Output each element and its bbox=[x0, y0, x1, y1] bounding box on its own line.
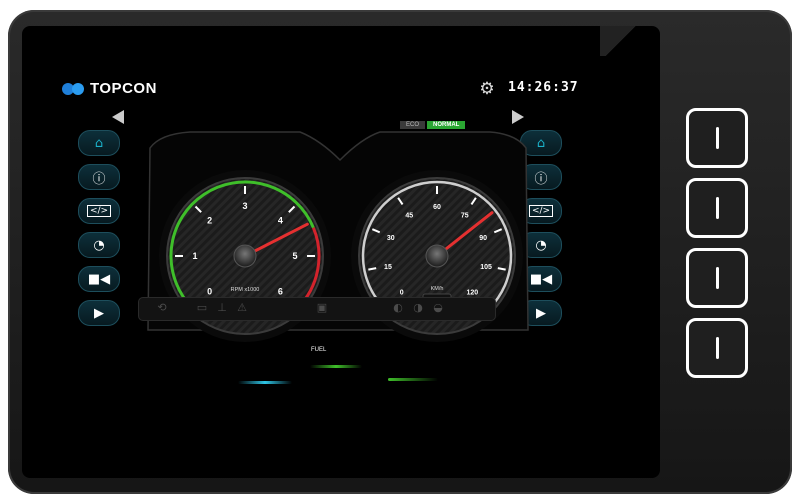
left-level-bar bbox=[238, 381, 292, 384]
play-button-right[interactable]: ▶ bbox=[520, 300, 562, 326]
fuel-label: FUEL bbox=[311, 347, 327, 353]
code-icon: </> bbox=[528, 205, 554, 217]
gear-indicator: 4 bbox=[312, 144, 324, 166]
right-sidebar: ⌂ ⓘ </> ◔ ■◀ ▶ bbox=[518, 130, 564, 334]
code-button-right[interactable]: </> bbox=[520, 198, 562, 224]
hardware-button-2[interactable] bbox=[686, 178, 748, 238]
gauge-icon: ◔ bbox=[93, 237, 105, 253]
camera-button-left[interactable]: ■◀ bbox=[78, 266, 120, 292]
settings-gear-icon[interactable]: ⚙ bbox=[478, 80, 496, 98]
topcon-logo-icon bbox=[62, 82, 86, 96]
gauge-icon: ◔ bbox=[535, 237, 547, 253]
play-icon: ▶ bbox=[94, 305, 104, 321]
check-icon: ▣ bbox=[316, 301, 328, 314]
mode-eco[interactable]: ECO bbox=[400, 121, 426, 129]
battery-icon: ▭ bbox=[196, 301, 208, 314]
info-button-left[interactable]: ⓘ bbox=[78, 164, 120, 190]
home-button-left[interactable]: ⌂ bbox=[78, 130, 120, 156]
drive-mode-selector[interactable]: ECO NORMAL bbox=[400, 121, 466, 129]
mode-normal[interactable]: NORMAL bbox=[427, 121, 466, 129]
coolant-temp-icon: ⊥ bbox=[217, 301, 227, 314]
warning-indicator-bar: ⟲ ▭ ⊥ ⚠ ▣ ◐ ◑ ◒ bbox=[138, 297, 496, 321]
fuel-level-bar bbox=[310, 365, 362, 368]
info-icon: ⓘ bbox=[92, 171, 106, 187]
clock-time: 14:26:37 bbox=[508, 80, 579, 95]
hardware-button-1[interactable] bbox=[686, 108, 748, 168]
code-icon: </> bbox=[86, 205, 112, 217]
low-beam-icon: ◐ bbox=[393, 301, 403, 314]
right-level-bar bbox=[388, 378, 438, 381]
hardware-button-column bbox=[686, 108, 752, 388]
home-button-right[interactable]: ⌂ bbox=[520, 130, 562, 156]
camera-icon: ■◀ bbox=[529, 271, 553, 287]
previous-page-triangle-left-icon[interactable] bbox=[112, 110, 124, 124]
play-button-left[interactable]: ▶ bbox=[78, 300, 120, 326]
home-icon: ⌂ bbox=[94, 135, 104, 151]
code-button-left[interactable]: </> bbox=[78, 198, 120, 224]
engine-icon: ⟲ bbox=[157, 301, 167, 314]
camera-button-right[interactable]: ■◀ bbox=[520, 266, 562, 292]
left-sidebar: ⌂ ⓘ </> ◔ ■◀ ▶ bbox=[76, 130, 122, 334]
play-icon: ▶ bbox=[536, 305, 546, 321]
gauge-button-right[interactable]: ◔ bbox=[520, 232, 562, 258]
high-beam-icon: ◑ bbox=[413, 301, 423, 314]
topcon-logo: TOPCON bbox=[62, 80, 157, 97]
fog-light-icon: ◒ bbox=[433, 301, 443, 314]
info-icon: ⓘ bbox=[534, 171, 548, 187]
gauge-button-left[interactable]: ◔ bbox=[78, 232, 120, 258]
brand-name: TOPCON bbox=[90, 80, 157, 97]
warning-triangle-icon: ⚠ bbox=[237, 301, 247, 314]
next-page-triangle-right-icon[interactable] bbox=[512, 110, 524, 124]
home-icon: ⌂ bbox=[536, 135, 546, 151]
hardware-button-4[interactable] bbox=[686, 318, 748, 378]
info-button-right[interactable]: ⓘ bbox=[520, 164, 562, 190]
hardware-button-3[interactable] bbox=[686, 248, 748, 308]
camera-icon: ■◀ bbox=[87, 271, 111, 287]
